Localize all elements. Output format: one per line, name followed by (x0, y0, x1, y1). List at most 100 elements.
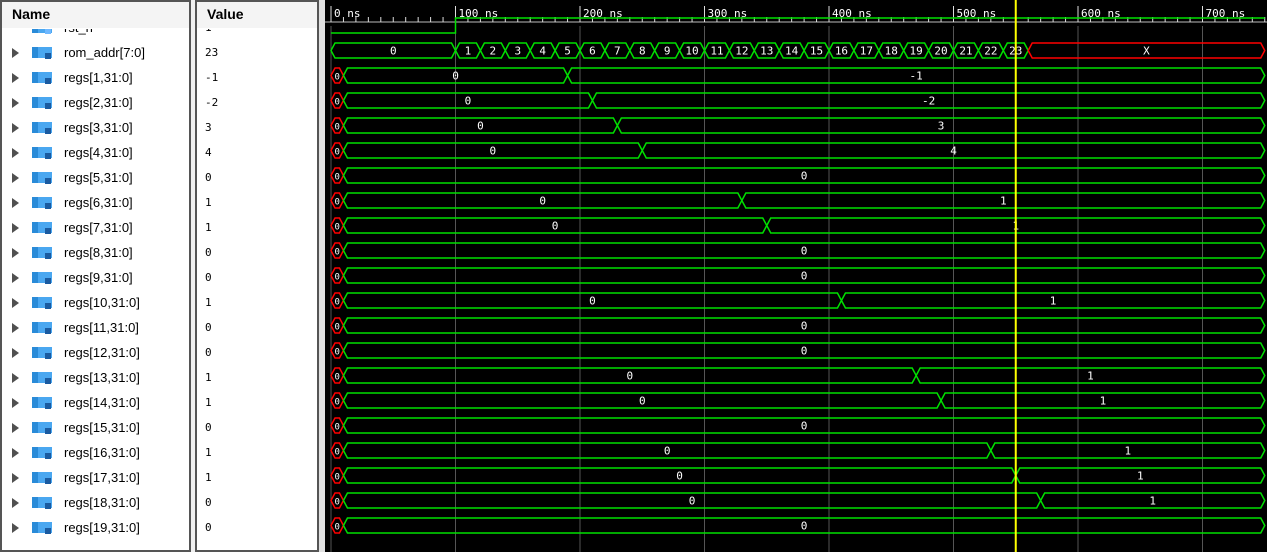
signal-name: rst_n (64, 29, 93, 40)
expand-arrow-icon[interactable] (12, 523, 19, 533)
signal-row[interactable]: regs[14,31:0] (2, 390, 189, 415)
value-column-header[interactable]: Value (197, 2, 317, 28)
bus-value-label: 0 (801, 170, 808, 183)
signal-value-list: 1 23 -1 -2 3 4 0 1 1 0 0 1 0 0 1 1 0 1 1 0 0 (197, 29, 317, 550)
bus-value-label: 0 (335, 373, 340, 383)
expand-arrow-icon[interactable] (12, 323, 19, 333)
bus-value-label: 0 (335, 198, 340, 208)
signal-row[interactable]: regs[10,31:0] (2, 290, 189, 315)
bus-value-label: 0 (335, 148, 340, 158)
expand-arrow-icon[interactable] (12, 423, 19, 433)
signal-row[interactable]: rst_n (2, 29, 189, 40)
bus-value-label: 8 (639, 45, 646, 58)
single-bit-signal-icon (32, 29, 52, 34)
bus-signal-icon (32, 347, 52, 359)
signal-waveforms: 01234567891011121314151617181920212223X0… (330, 17, 1266, 534)
waveform-row[interactable]: 0 0 4 (330, 142, 1266, 159)
expand-arrow-icon[interactable] (12, 98, 19, 108)
waveform-row[interactable]: 0 0 -2 (330, 92, 1266, 109)
waveform-row[interactable]: 0 0 3 (330, 117, 1266, 134)
signal-row[interactable]: regs[3,31:0] (2, 115, 189, 140)
signal-row[interactable]: regs[17,31:0] (2, 465, 189, 490)
expand-arrow-icon[interactable] (12, 298, 19, 308)
signal-row[interactable]: regs[9,31:0] (2, 265, 189, 290)
bus-value-label: 4 (950, 145, 957, 158)
signal-row[interactable]: regs[2,31:0] (2, 90, 189, 115)
waveform-row[interactable]: 00 (330, 267, 1266, 284)
bus-value-label: 6 (589, 45, 596, 58)
waveform-row[interactable]: 00 (330, 167, 1266, 184)
signal-row[interactable]: regs[11,31:0] (2, 315, 189, 340)
waveform-canvas[interactable]: 0 ns 100 ns 200 ns 300 ns 400 ns 500 ns 600 ns… (325, 0, 1267, 552)
expand-arrow-icon[interactable] (12, 198, 19, 208)
bus-value-label: 11 (710, 45, 723, 58)
expand-arrow-icon[interactable] (12, 498, 19, 508)
waveform-row[interactable]: 001 (330, 367, 1266, 384)
bus-value-label: 19 (910, 45, 923, 58)
waveform-row[interactable]: 001 (330, 442, 1266, 459)
name-column-header[interactable]: Name (2, 2, 189, 28)
waveform-row[interactable]: 00 (330, 242, 1266, 259)
waveform-row[interactable]: 001 (330, 492, 1266, 509)
expand-arrow-icon[interactable] (12, 173, 19, 183)
expand-arrow-icon[interactable] (12, 273, 19, 283)
signal-row[interactable]: regs[19,31:0] (2, 515, 189, 540)
value-column-panel: Value 1 23 -1 -2 3 4 0 1 1 0 0 1 0 0 1 1 0 1 1 0 0 (195, 0, 319, 552)
signal-row[interactable]: regs[1,31:0] (2, 65, 189, 90)
signal-name: regs[17,31:0] (64, 470, 140, 485)
signal-value: 1 (205, 471, 212, 484)
bus-value-label: 0 (689, 495, 696, 508)
waveform-row[interactable]: 001 (330, 392, 1266, 409)
bus-value-label: 0 (552, 220, 559, 233)
signal-name: regs[14,31:0] (64, 395, 140, 410)
signal-name: regs[19,31:0] (64, 520, 140, 535)
expand-arrow-icon[interactable] (12, 248, 19, 258)
bus-value-label: 15 (810, 45, 823, 58)
expand-arrow-icon[interactable] (12, 123, 19, 133)
signal-row[interactable]: regs[16,31:0] (2, 440, 189, 465)
signal-row[interactable]: regs[7,31:0] (2, 215, 189, 240)
bus-value-label: 1 (1149, 495, 1156, 508)
bus-value-label: 0 (589, 295, 596, 308)
expand-arrow-icon[interactable] (12, 473, 19, 483)
expand-arrow-icon[interactable] (12, 148, 19, 158)
bus-value-label: 18 (885, 45, 898, 58)
signal-row[interactable]: regs[15,31:0] (2, 415, 189, 440)
expand-arrow-icon[interactable] (12, 398, 19, 408)
bus-signal-icon (32, 272, 52, 284)
expand-arrow-icon[interactable] (12, 223, 19, 233)
signal-row[interactable]: regs[5,31:0] (2, 165, 189, 190)
signal-row[interactable]: regs[12,31:0] (2, 340, 189, 365)
waveform-row[interactable]: 00 (330, 517, 1266, 534)
signal-row[interactable]: regs[13,31:0] (2, 365, 189, 390)
waveform-row[interactable]: 01234567891011121314151617181920212223X (330, 42, 1266, 59)
waveform-row[interactable]: 001 (330, 467, 1266, 484)
waveform-row[interactable]: 0 0 -1 (330, 67, 1266, 84)
bus-value-label: 0 (335, 473, 340, 483)
signal-row[interactable]: regs[18,31:0] (2, 490, 189, 515)
waveform-row[interactable]: 00 (330, 342, 1266, 359)
time-ruler[interactable]: 0 ns 100 ns 200 ns 300 ns 400 ns 500 ns 600 ns… (325, 0, 1267, 26)
signal-name: regs[7,31:0] (64, 220, 133, 235)
expand-arrow-icon[interactable] (12, 373, 19, 383)
signal-value: 1 (205, 221, 212, 234)
waveform-viewer[interactable]: 0 ns 100 ns 200 ns 300 ns 400 ns 500 ns 600 ns… (325, 0, 1267, 552)
bus-value-label: 0 (335, 448, 340, 458)
waveform-row[interactable]: 001 (330, 292, 1266, 309)
signal-name: regs[10,31:0] (64, 295, 140, 310)
waveform-row[interactable]: 00 (330, 417, 1266, 434)
bus-value-label: 12 (735, 45, 748, 58)
expand-arrow-icon[interactable] (12, 348, 19, 358)
signal-row[interactable]: regs[8,31:0] (2, 240, 189, 265)
signal-row[interactable]: regs[4,31:0] (2, 140, 189, 165)
bus-value-label: 3 (938, 120, 945, 133)
signal-row[interactable]: rom_addr[7:0] (2, 40, 189, 65)
expand-arrow-icon[interactable] (12, 448, 19, 458)
waveform-row[interactable]: 001 (330, 217, 1266, 234)
time-tick-label: 0 ns (334, 7, 361, 20)
waveform-row[interactable]: 001 (330, 192, 1266, 209)
waveform-row[interactable]: 00 (330, 317, 1266, 334)
expand-arrow-icon[interactable] (12, 73, 19, 83)
signal-row[interactable]: regs[6,31:0] (2, 190, 189, 215)
expand-arrow-icon[interactable] (12, 48, 19, 58)
